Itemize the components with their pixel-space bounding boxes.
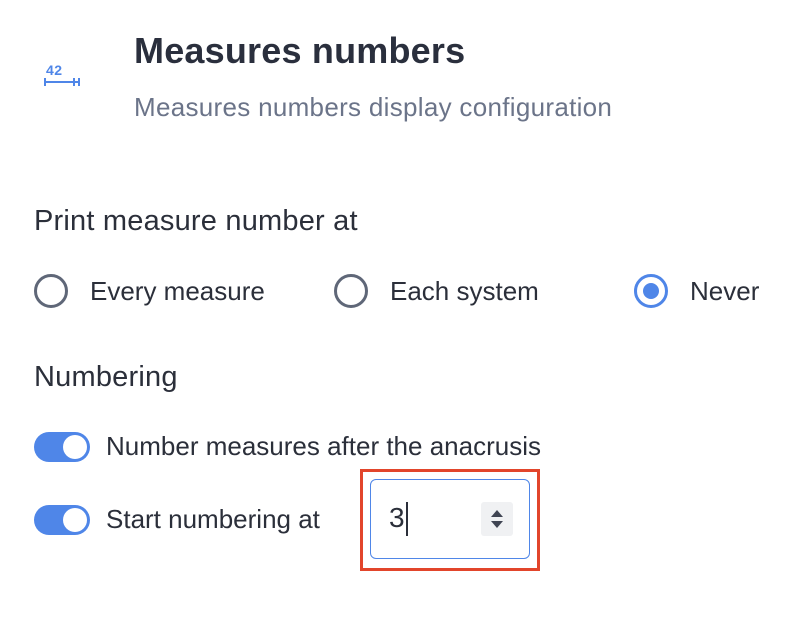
print-at-section-title: Print measure number at <box>34 205 358 237</box>
start-numbering-toggle[interactable] <box>34 504 90 535</box>
radio-never[interactable]: Never <box>634 274 759 308</box>
measure-bar-icon <box>44 78 80 86</box>
start-numbering-row: Start numbering at <box>34 504 320 535</box>
radio-never-label[interactable]: Never <box>690 276 759 307</box>
radio-never-circle[interactable] <box>634 274 668 308</box>
number-stepper[interactable] <box>481 502 513 536</box>
page-subtitle: Measures numbers display configuration <box>134 92 613 122</box>
page-title: Measures numbers <box>134 30 466 71</box>
radio-each-system[interactable]: Each system <box>334 274 539 308</box>
toggle-knob <box>63 434 87 459</box>
numbering-section-title: Numbering <box>34 361 178 393</box>
start-numbering-label: Start numbering at <box>106 504 320 534</box>
start-numbering-value[interactable]: 3 <box>389 502 405 534</box>
stepper-down-icon[interactable] <box>491 521 503 528</box>
text-caret <box>406 502 408 536</box>
start-numbering-input[interactable]: 3 <box>370 479 530 559</box>
after-anacrusis-toggle[interactable] <box>34 431 90 462</box>
radio-every-measure-circle[interactable] <box>34 274 68 308</box>
radio-each-system-circle[interactable] <box>334 274 368 308</box>
radio-every-measure-label[interactable]: Every measure <box>90 276 265 307</box>
after-anacrusis-label: Number measures after the anacrusis <box>106 431 541 461</box>
radio-every-measure[interactable]: Every measure <box>34 274 265 308</box>
after-anacrusis-row: Number measures after the anacrusis <box>34 431 541 462</box>
stepper-up-icon[interactable] <box>491 510 503 517</box>
measure-number-icon: 42 <box>44 62 82 90</box>
toggle-knob <box>63 507 87 532</box>
radio-each-system-label[interactable]: Each system <box>390 276 539 307</box>
